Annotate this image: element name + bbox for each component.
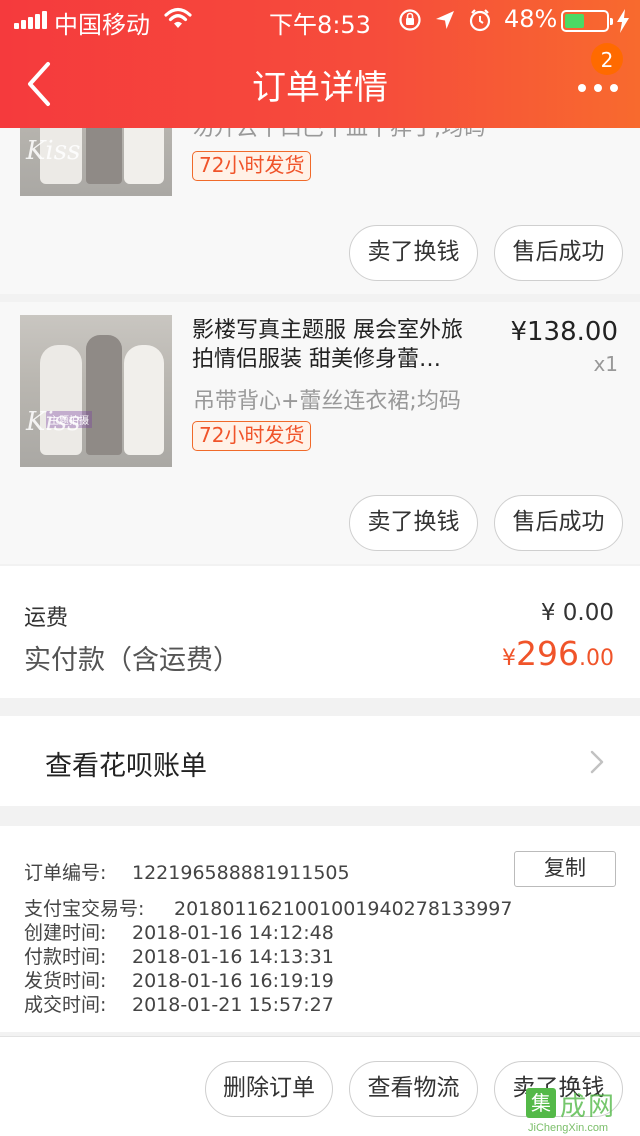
header-bar: 中国移动 下午8:53 48% 订单详情 2 — [0, 0, 640, 128]
product-quantity: x1 — [593, 352, 618, 376]
amount-paid-value: ¥296.00 — [502, 634, 614, 673]
resell-button[interactable]: 卖了换钱 — [349, 225, 478, 281]
status-icons — [399, 9, 491, 32]
view-huabei-bill-row[interactable]: 查看花呗账单 — [0, 716, 640, 806]
product-title[interactable]: 影楼写真主题服 展会室外旅 拍情侣服装 甜美修身蕾… — [192, 316, 502, 374]
product-price: ¥138.00 — [510, 317, 618, 347]
notification-badge: 2 — [591, 43, 623, 75]
order-totals: 运费 ¥ 0.00 实付款（含运费） ¥296.00 — [0, 566, 640, 698]
shipping-tag: 72小时发货 — [192, 151, 312, 181]
order-item-card: 主题拍摄 Kiss 影楼写真主题服 展会室外旅 拍情侣服装 甜美修身蕾… ¥13… — [0, 302, 640, 564]
nav-bar: 订单详情 — [0, 40, 640, 128]
delete-order-button[interactable]: 删除订单 — [205, 1061, 333, 1117]
chevron-right-icon — [590, 750, 604, 774]
location-arrow-icon — [436, 11, 454, 29]
completed-time-row: 成交时间: 2018-01-21 15:57:27 — [24, 994, 334, 1016]
copy-button[interactable]: 复制 — [514, 851, 616, 887]
rotation-lock-icon — [399, 9, 421, 31]
battery-icon — [561, 10, 613, 32]
shipped-time-row: 发货时间: 2018-01-16 16:19:19 — [24, 970, 334, 992]
more-button[interactable] — [572, 68, 624, 108]
page-title: 订单详情 — [252, 68, 388, 108]
battery-fill — [565, 14, 584, 28]
shipping-fee-value: ¥ 0.00 — [540, 600, 614, 626]
battery-percent: 48% — [504, 5, 558, 33]
huabei-bill-label: 查看花呗账单 — [45, 751, 207, 782]
alipay-trade-number: 2018011621001001940278133997 — [174, 898, 513, 920]
created-time-row: 创建时间: 2018-01-16 14:12:48 — [24, 922, 334, 944]
site-watermark: 集 成网 JiChengXin.com — [522, 1082, 640, 1136]
resell-button[interactable]: 卖了换钱 — [349, 495, 478, 551]
order-number: 122196588881911505 — [132, 862, 350, 884]
amount-paid-label: 实付款（含运费） — [24, 645, 240, 676]
alarm-icon — [469, 9, 491, 32]
product-thumbnail[interactable]: 主题拍摄 Kiss — [20, 315, 172, 467]
shipping-tag: 72小时发货 — [192, 421, 312, 451]
charging-bolt-icon — [617, 9, 629, 33]
watermark-logo-icon: 集 — [526, 1088, 556, 1118]
order-number-row: 订单编号: 122196588881911505 — [24, 862, 350, 884]
product-sku: 吊带背心+蕾丝连衣裙;均码 — [193, 389, 461, 414]
status-bar: 中国移动 下午8:53 48% — [0, 0, 640, 40]
paid-time-row: 付款时间: 2018-01-16 14:13:31 — [24, 946, 334, 968]
order-info: 订单编号: 122196588881911505 复制 支付宝交易号: 201801… — [0, 826, 640, 1032]
after-sales-button[interactable]: 售后成功 — [494, 225, 623, 281]
alipay-trade-row: 支付宝交易号: 2018011621001001940278133997 — [24, 898, 513, 920]
shipping-fee-label: 运费 — [24, 606, 69, 631]
after-sales-button[interactable]: 售后成功 — [494, 495, 623, 551]
view-logistics-button[interactable]: 查看物流 — [349, 1061, 478, 1117]
